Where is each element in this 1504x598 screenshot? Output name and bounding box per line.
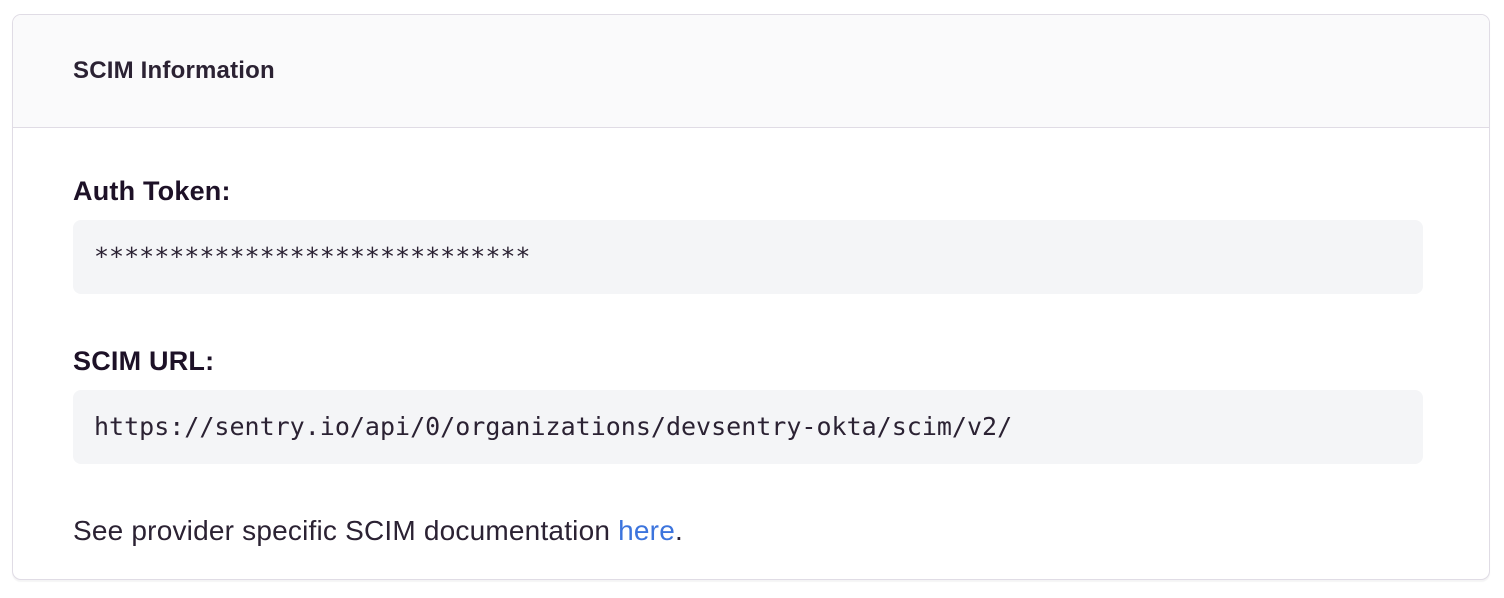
panel-header: SCIM Information	[13, 15, 1489, 128]
scim-url-value: https://sentry.io/api/0/organizations/de…	[73, 390, 1423, 464]
documentation-note-text: See provider specific SCIM documentation	[73, 515, 618, 546]
panel-body: Auth Token: ****************************…	[13, 128, 1489, 593]
auth-token-label: Auth Token:	[73, 175, 1423, 207]
panel-title: SCIM Information	[73, 56, 1429, 86]
scim-url-label: SCIM URL:	[73, 345, 1423, 377]
scim-url-field: SCIM URL: https://sentry.io/api/0/organi…	[73, 345, 1423, 464]
auth-token-field: Auth Token: ****************************…	[73, 175, 1423, 294]
scim-information-panel: SCIM Information Auth Token: ***********…	[12, 14, 1490, 580]
documentation-note-period: .	[675, 515, 683, 546]
documentation-note: See provider specific SCIM documentation…	[73, 515, 1423, 547]
auth-token-value: *****************************	[73, 220, 1423, 294]
documentation-here-link[interactable]: here	[618, 515, 675, 546]
page: SCIM Information Auth Token: ***********…	[0, 0, 1504, 598]
